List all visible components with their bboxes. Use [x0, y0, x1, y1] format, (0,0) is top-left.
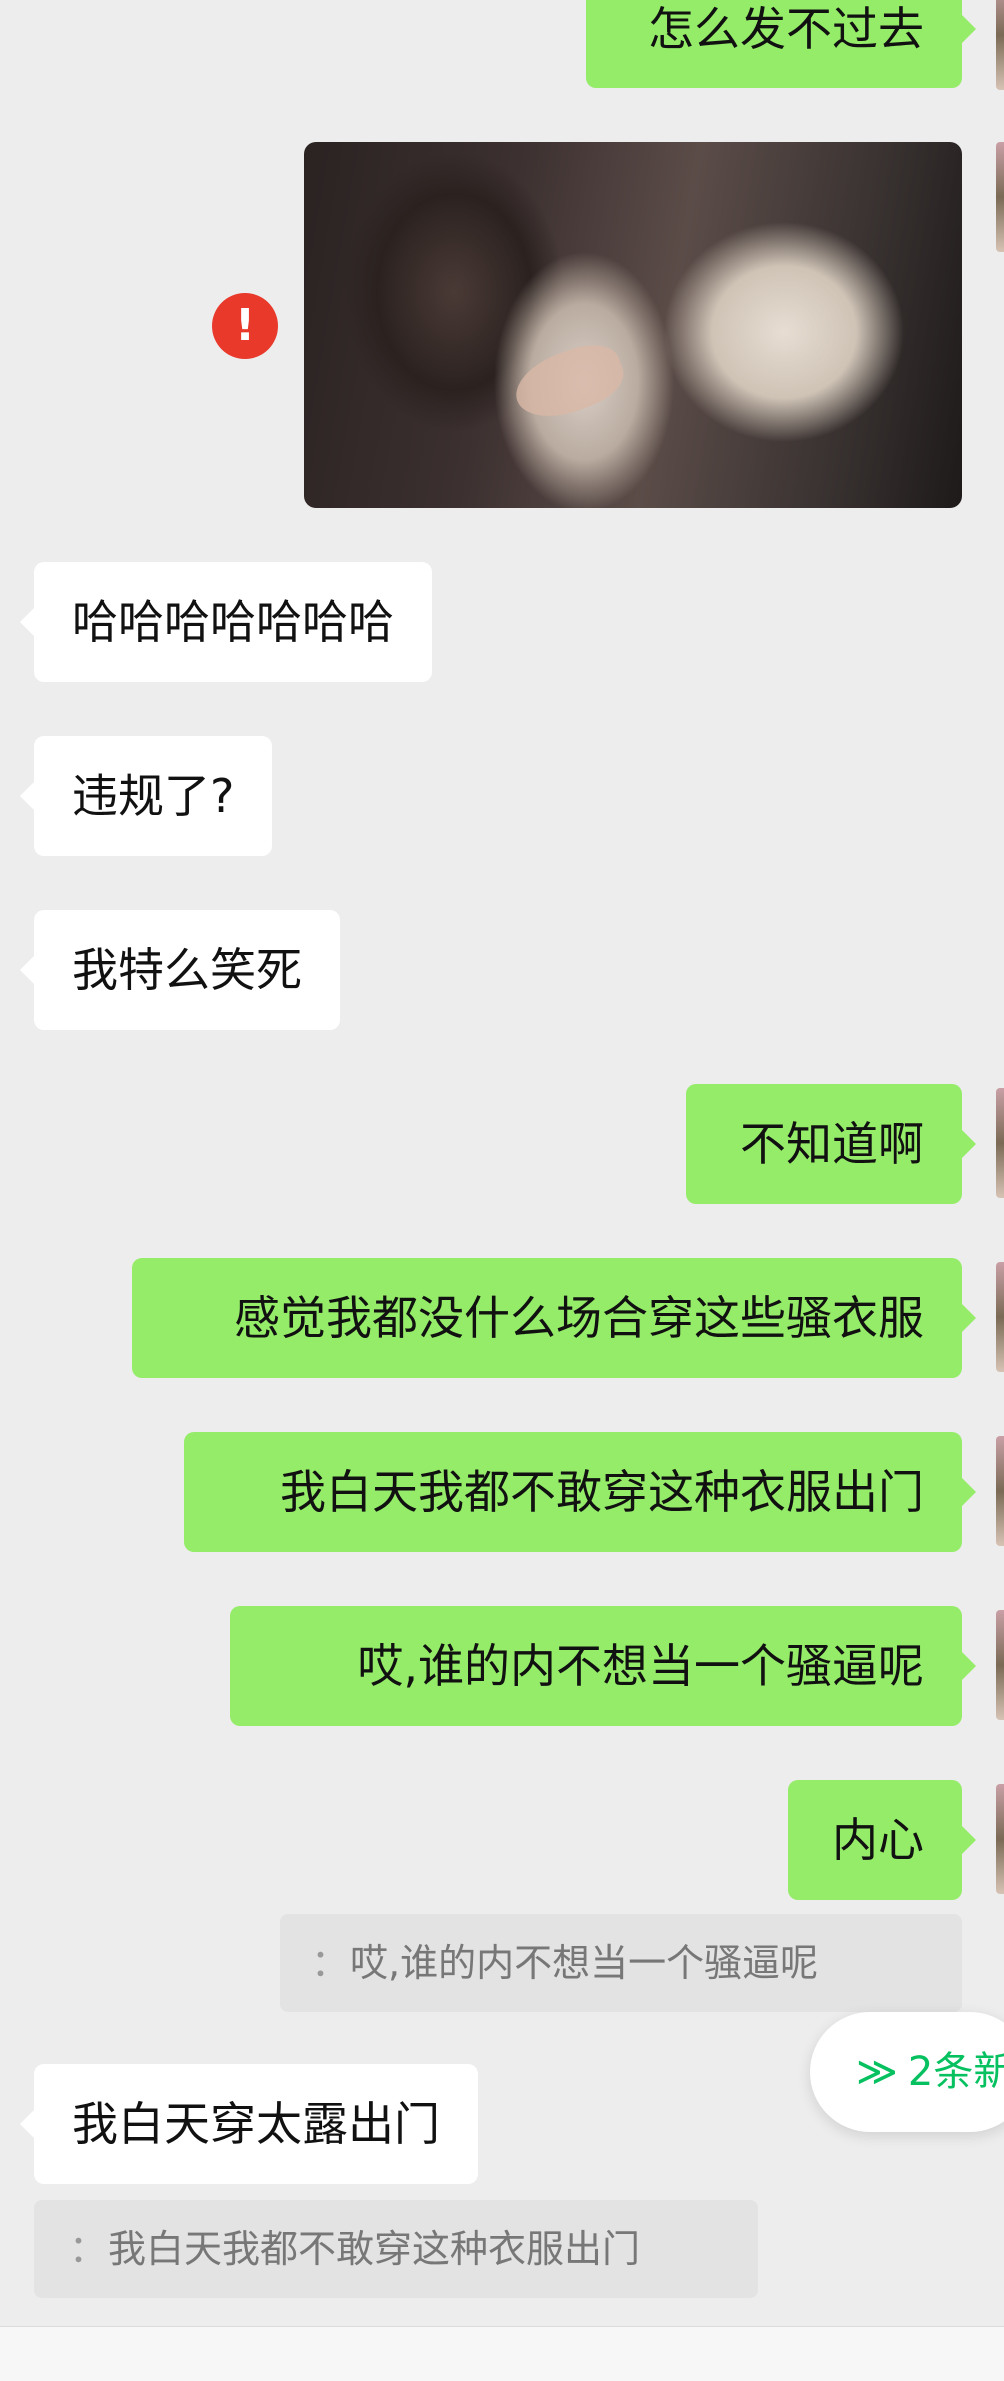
message-bubble-outgoing[interactable]: 不知道啊 — [686, 1084, 976, 1204]
message-image[interactable] — [304, 142, 962, 508]
my-avatar[interactable] — [996, 1436, 1004, 1546]
message-bubble-outgoing[interactable]: 哎,谁的内不想当一个骚逼呢 — [230, 1606, 976, 1726]
new-messages-button[interactable]: ≫ 2条新 — [810, 2012, 1004, 2132]
my-avatar[interactable] — [996, 1262, 1004, 1372]
chevrons-down-icon: ≫ — [856, 2049, 898, 2095]
message-bubble-outgoing[interactable]: 怎么发不过去 — [586, 0, 976, 88]
quote-prefix: ： — [310, 1941, 349, 1985]
my-avatar[interactable] — [996, 1784, 1004, 1894]
chat-area[interactable]: 怎么发不过去 ! 哈哈哈哈哈哈哈 违规了? 我特么笑死 不知道啊 感觉我都没什么… — [0, 0, 1004, 2381]
message-bubble-outgoing[interactable]: 内心 — [788, 1780, 976, 1900]
quoted-reply[interactable]: ：我白天我都不敢穿这种衣服出门 — [34, 2200, 758, 2298]
my-avatar[interactable] — [996, 142, 1004, 252]
message-bubble-outgoing[interactable]: 我白天我都不敢穿这种衣服出门 — [184, 1432, 976, 1552]
message-bubble-incoming[interactable]: 我白天穿太露出门 — [20, 2064, 478, 2184]
my-avatar[interactable] — [996, 1088, 1004, 1198]
quote-text: 我白天我都不敢穿这种衣服出门 — [108, 2227, 641, 2271]
quote-text: 哎,谁的内不想当一个骚逼呢 — [350, 1941, 819, 1985]
message-bubble-incoming[interactable]: 我特么笑死 — [20, 910, 340, 1030]
quoted-reply[interactable]: ：哎,谁的内不想当一个骚逼呢 — [280, 1914, 962, 2012]
image-content — [507, 334, 631, 430]
new-messages-label: 2条新 — [907, 2049, 1004, 2095]
quote-prefix: ： — [68, 2227, 107, 2271]
message-bubble-incoming[interactable]: 违规了? — [19, 736, 273, 856]
input-bar[interactable] — [0, 2326, 1004, 2381]
my-avatar[interactable] — [996, 1610, 1004, 1720]
message-bubble-incoming[interactable]: 哈哈哈哈哈哈哈 — [20, 562, 432, 682]
my-avatar[interactable] — [996, 0, 1004, 90]
send-failed-icon[interactable]: ! — [212, 293, 278, 359]
message-bubble-outgoing[interactable]: 感觉我都没什么场合穿这些骚衣服 — [132, 1258, 976, 1378]
